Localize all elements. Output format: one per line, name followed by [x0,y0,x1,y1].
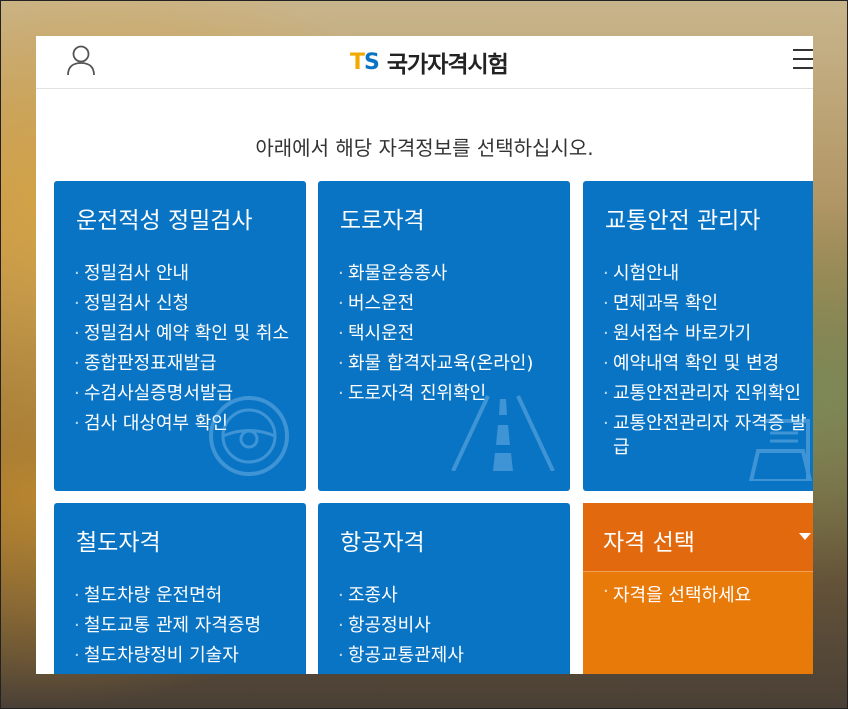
logo-mark-t: T [350,49,365,75]
hamburger-menu-icon[interactable] [793,49,813,71]
logo-text: 국가자격시험 [386,52,509,78]
logo-mark: TS [350,49,380,75]
list-item[interactable]: 철도차량 운전면허 [74,581,261,611]
header: TS 국가자격시험 [36,36,813,89]
card-aviation[interactable]: 항공자격 조종사 항공정비사 항공교통관제사 [318,503,570,674]
list-item[interactable]: 화물 합격자교육(온라인) [338,349,533,379]
card-road[interactable]: 도로자격 화물운송종사 버스운전 택시운전 화물 합격자교육(온라인) 도로자격… [318,181,570,491]
select-option[interactable]: 자격을 선택하세요 [603,581,751,607]
logo-mark-s: S [364,49,380,75]
list-item[interactable]: 택시운전 [338,319,533,349]
card-railway[interactable]: 철도자격 철도차량 운전면허 철도교통 관제 자격증명 철도차량정비 기술자 [54,503,306,674]
list-item[interactable]: 예약내역 확인 및 변경 [603,349,813,379]
list-item[interactable]: 항공교통관제사 [338,641,464,671]
guide-text: 아래에서 해당 자격정보를 선택하십시오. [255,136,594,160]
card-list: 철도차량 운전면허 철도교통 관제 자격증명 철도차량정비 기술자 [74,581,261,671]
list-item[interactable]: 항공정비사 [338,611,464,641]
list-item[interactable]: 시험안내 [603,259,813,289]
list-item[interactable]: 버스운전 [338,289,533,319]
document-icon [748,419,813,481]
list-item[interactable]: 화물운송종사 [338,259,533,289]
card-driving-aptitude[interactable]: 운전적성 정밀검사 정밀검사 안내 정밀검사 신청 정밀검사 예약 확인 및 취… [54,181,306,491]
main-page: TS 국가자격시험 아래에서 해당 자격정보를 선택하십시오. 운전적성 정밀검… [36,36,813,674]
logo[interactable]: TS 국가자격시험 [350,45,509,79]
card-title: 운전적성 정밀검사 [76,208,253,234]
card-title: 철도자격 [76,530,161,556]
user-icon[interactable] [66,44,96,76]
card-title: 도로자격 [340,208,425,234]
list-item[interactable]: 교통안전관리자 진위확인 [603,379,813,409]
list-item[interactable]: 원서접수 바로가기 [603,319,813,349]
road-icon [451,395,555,471]
list-item[interactable]: 종합판정표재발급 [74,349,289,379]
list-item[interactable]: 철도교통 관제 자격증명 [74,611,261,641]
list-item[interactable]: 정밀검사 안내 [74,259,289,289]
card-traffic-safety-manager[interactable]: 교통안전 관리자 시험안내 면제과목 확인 원서접수 바로가기 예약내역 확인 … [583,181,813,491]
list-item[interactable]: 정밀검사 예약 확인 및 취소 [74,319,289,349]
list-item[interactable]: 면제과목 확인 [603,289,813,319]
card-qualification-select[interactable]: 자격 선택 자격을 선택하세요 [583,503,813,674]
chevron-down-icon[interactable] [799,533,811,540]
select-header[interactable]: 자격 선택 [583,503,813,572]
card-title: 항공자격 [340,530,425,556]
card-list: 화물운송종사 버스운전 택시운전 화물 합격자교육(온라인) 도로자격 진위확인 [338,259,533,409]
list-item[interactable]: 정밀검사 신청 [74,289,289,319]
card-list: 조종사 항공정비사 항공교통관제사 [338,581,464,671]
list-item[interactable]: 조종사 [338,581,464,611]
list-item[interactable]: 철도차량정비 기술자 [74,641,261,671]
card-title: 교통안전 관리자 [605,208,761,234]
steering-wheel-icon [209,396,289,476]
select-title: 자격 선택 [603,530,695,556]
